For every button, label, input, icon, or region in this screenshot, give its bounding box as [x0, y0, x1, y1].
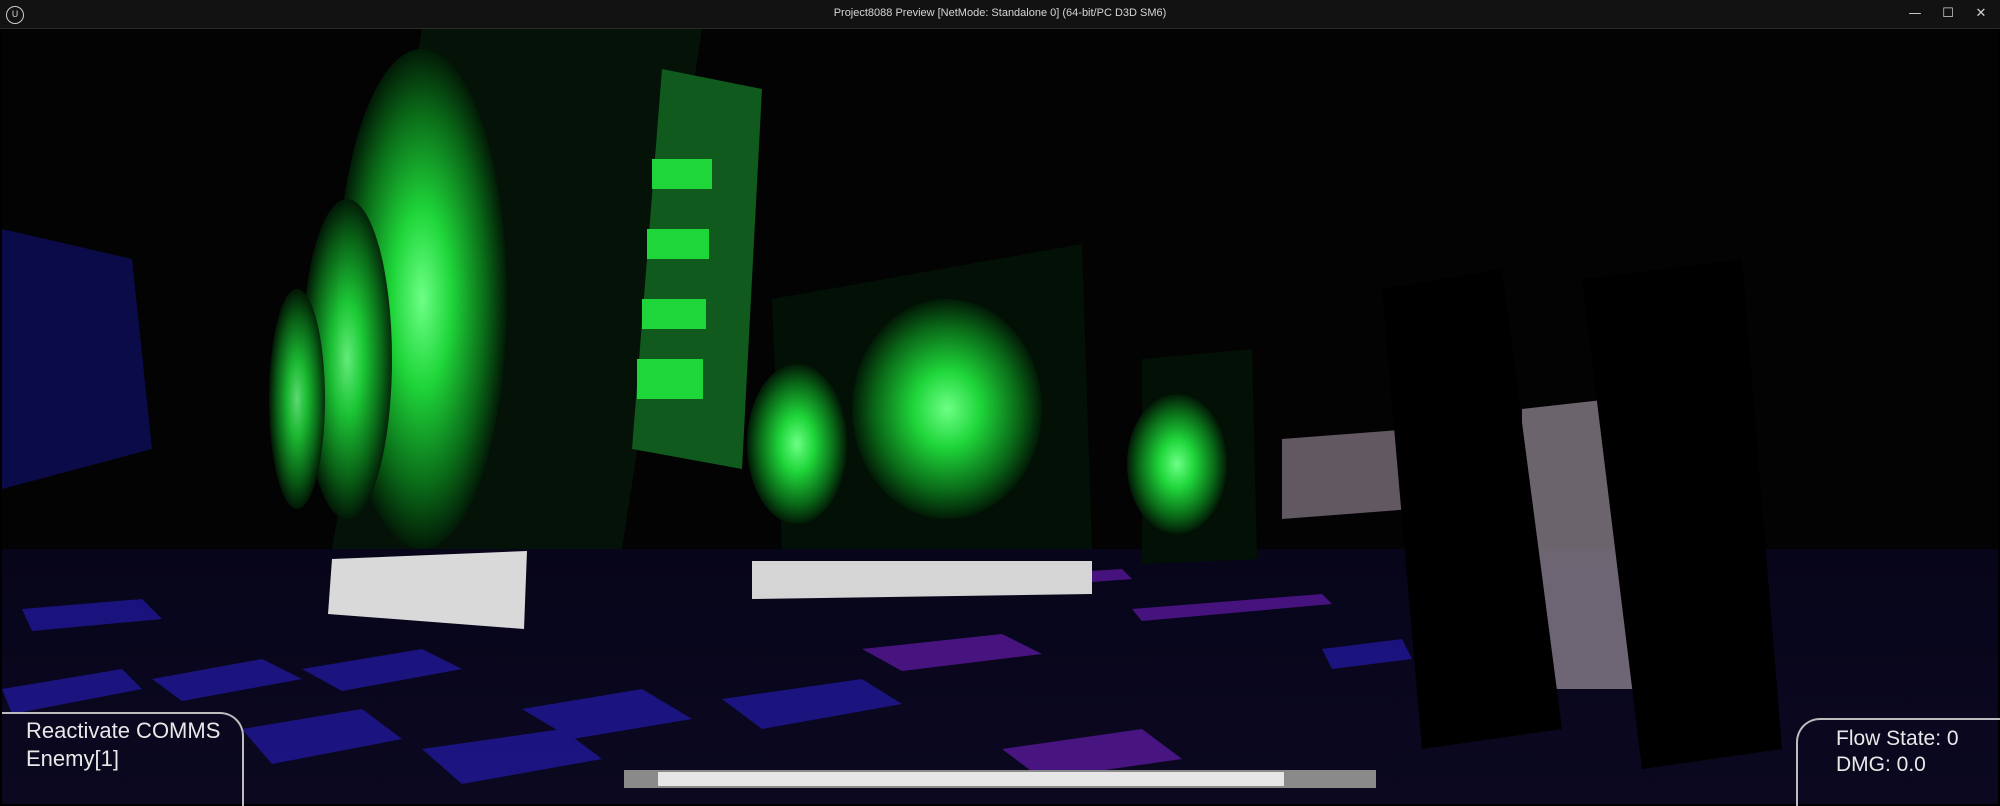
flow-state-text: Flow State: 0	[1836, 727, 1959, 750]
card-base-middle	[752, 561, 1092, 599]
window-titlebar[interactable]: U Project8088 Preview [NetMode: Standalo…	[0, 0, 2000, 29]
objective-panel: Reactivate COMMS Enemy[1]	[2, 712, 244, 806]
game-scene	[2, 29, 1998, 804]
fan-right	[1127, 394, 1227, 534]
left-wall	[2, 229, 152, 489]
game-viewport[interactable]	[2, 29, 1998, 804]
minimize-button[interactable]: —	[1900, 3, 1930, 25]
fan-left-3	[269, 289, 325, 509]
stats-panel: Flow State: 0 DMG: 0.0	[1796, 718, 2000, 806]
fan-middle-1	[852, 299, 1042, 519]
fan-middle-2	[747, 364, 847, 524]
progress-bar	[624, 770, 1376, 788]
objective-title: Reactivate COMMS	[26, 718, 221, 743]
window-title: Project8088 Preview [NetMode: Standalone…	[833, 7, 1167, 19]
objective-detail: Enemy[1]	[26, 746, 119, 771]
maximize-button[interactable]: ☐	[1933, 3, 1963, 25]
progress-bar-fill	[658, 772, 1284, 786]
background-wall	[1282, 429, 1412, 519]
close-button[interactable]: ✕	[1966, 3, 1996, 25]
damage-text: DMG: 0.0	[1836, 753, 1926, 776]
